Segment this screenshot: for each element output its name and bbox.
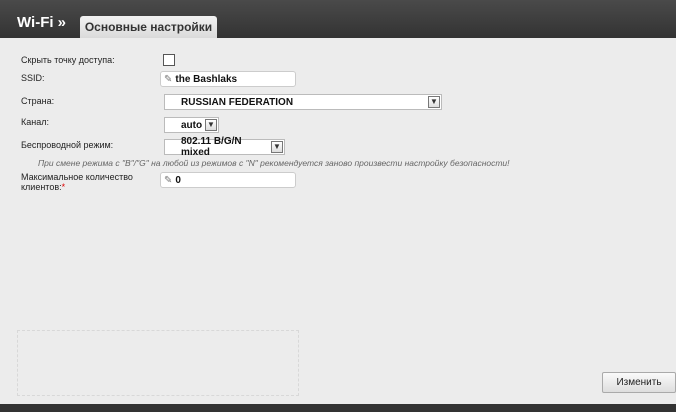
chevron-down-icon: ▼ [271, 141, 283, 153]
pencil-icon: ✎ [164, 174, 173, 186]
country-value: RUSSIAN FEDERATION [181, 96, 294, 108]
footer-bar [0, 404, 676, 412]
hide-ap-checkbox[interactable] [163, 54, 175, 66]
required-mark: * [61, 182, 66, 192]
max-clients-label: Максимальное количество клиентов:* [21, 172, 133, 192]
pencil-icon: ✎ [164, 73, 173, 85]
hide-ap-label: Скрыть точку доступа: [21, 55, 115, 65]
max-clients-input[interactable]: ✎ 0 [160, 172, 296, 188]
max-clients-value: 0 [175, 174, 181, 186]
mode-select[interactable]: 802.11 B/G/N mixed ▼ [164, 136, 285, 158]
mode-label: Беспроводной режим: [21, 140, 114, 150]
channel-label: Канал: [21, 117, 49, 127]
channel-select[interactable]: auto ▼ [164, 117, 219, 133]
header-bar: Wi-Fi » Основные настройки [0, 0, 676, 38]
ssid-input[interactable]: ✎ the Bashlaks [160, 71, 296, 87]
country-select[interactable]: RUSSIAN FEDERATION ▼ [164, 94, 442, 110]
chevron-down-icon: ▼ [205, 119, 217, 131]
channel-value: auto [181, 119, 203, 131]
country-label: Страна: [21, 96, 55, 106]
ssid-label: SSID: [21, 73, 45, 83]
mode-hint: При смене режима с "B"/"G" на любой из р… [38, 158, 510, 168]
apply-button[interactable]: Изменить [602, 372, 676, 393]
chevron-down-icon: ▼ [428, 96, 440, 108]
ssid-value: the Bashlaks [175, 73, 238, 85]
mode-value: 802.11 B/G/N mixed [181, 136, 242, 158]
tab-basic-settings[interactable]: Основные настройки [80, 16, 217, 38]
page-title: Wi-Fi » [17, 14, 67, 31]
empty-panel [17, 330, 299, 396]
